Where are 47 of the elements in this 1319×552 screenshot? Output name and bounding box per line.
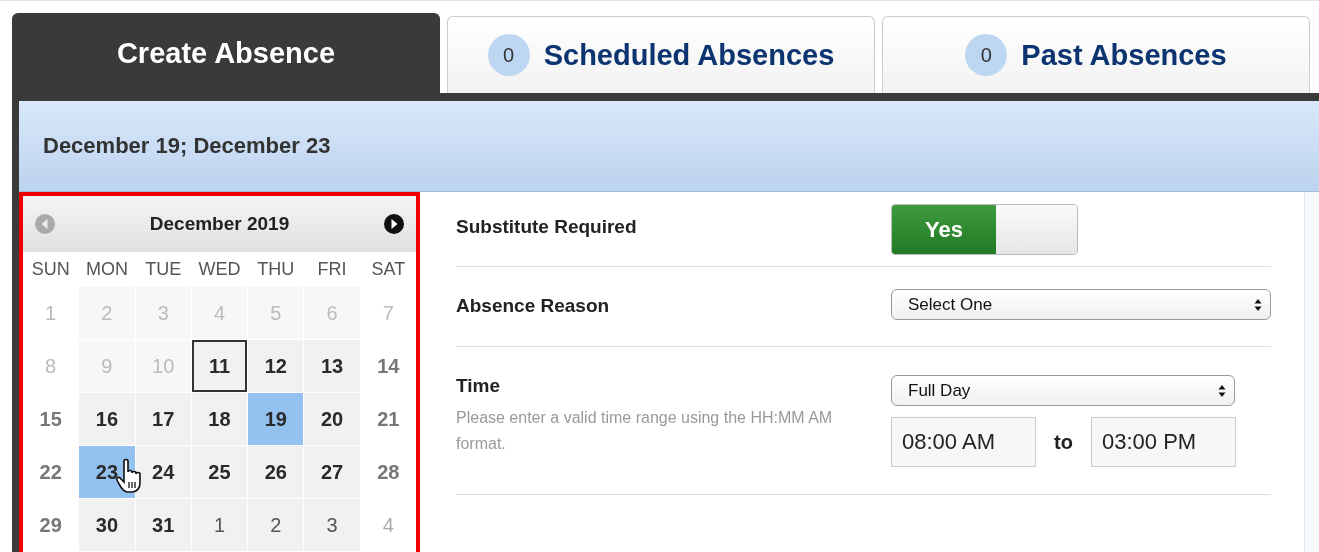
calendar-day[interactable]: 31: [135, 499, 191, 551]
tab-label: Create Absence: [116, 37, 336, 70]
weekday-label: SAT: [370, 258, 407, 280]
time-select[interactable]: Full Day: [891, 375, 1235, 406]
to-label: to: [1053, 430, 1074, 454]
calendar-day[interactable]: 11: [191, 340, 248, 392]
calendar-day[interactable]: 12: [248, 340, 304, 392]
calendar-day[interactable]: 1: [191, 499, 248, 551]
tab-label: Past Absences: [1021, 38, 1227, 72]
next-month-icon[interactable]: [384, 214, 404, 234]
weekday-label: THU: [256, 258, 296, 280]
calendar-day[interactable]: 16: [79, 393, 135, 445]
calendar-day[interactable]: 25: [191, 446, 248, 498]
reason-select[interactable]: Select One: [891, 289, 1271, 320]
calendar-day[interactable]: 2: [248, 499, 304, 551]
weekday-label: MON: [84, 258, 129, 280]
tab[interactable]: Create Absence: [12, 13, 440, 93]
month-title: December 2019: [149, 213, 290, 235]
calendar-day[interactable]: 17: [135, 393, 191, 445]
field-label: Substitute Required: [456, 216, 638, 239]
calendar-day[interactable]: 19: [248, 393, 304, 445]
count-badge: 0: [965, 34, 1008, 76]
tab[interactable]: 0 Past Absences: [882, 16, 1310, 93]
end-time-field[interactable]: 03:00 PM: [1091, 417, 1236, 467]
weekday-label: WED: [197, 258, 242, 280]
start-time-field[interactable]: 08:00 AM: [891, 417, 1036, 467]
field-label: Absence Reason: [456, 295, 611, 318]
calendar-day[interactable]: 13: [304, 340, 360, 392]
hint-text: Please enter a valid time range using the HH:MM AM format.: [456, 408, 834, 454]
tab[interactable]: 0 Scheduled Absences: [447, 16, 875, 93]
toggle-switch[interactable]: Yes: [891, 204, 1078, 255]
calendar-day[interactable]: 24: [135, 446, 191, 498]
calendar-day[interactable]: 18: [191, 393, 248, 445]
calendar-day[interactable]: 27: [304, 446, 360, 498]
calendar-day[interactable]: 26: [248, 446, 304, 498]
selected-dates: December 19; December 23: [43, 133, 331, 159]
weekday-label: TUE: [144, 258, 183, 280]
calendar-day[interactable]: 3: [304, 499, 360, 551]
calendar-day[interactable]: 30: [79, 499, 135, 551]
calendar-day[interactable]: 20: [304, 393, 360, 445]
updown-icon: [1218, 383, 1226, 398]
count-badge: 0: [487, 34, 530, 76]
tab-label: Scheduled Absences: [543, 38, 835, 72]
weekday-label: FRI: [316, 258, 348, 280]
updown-icon: [1254, 297, 1262, 312]
field-label: Time: [456, 375, 501, 397]
weekday-label: SUN: [30, 258, 71, 280]
